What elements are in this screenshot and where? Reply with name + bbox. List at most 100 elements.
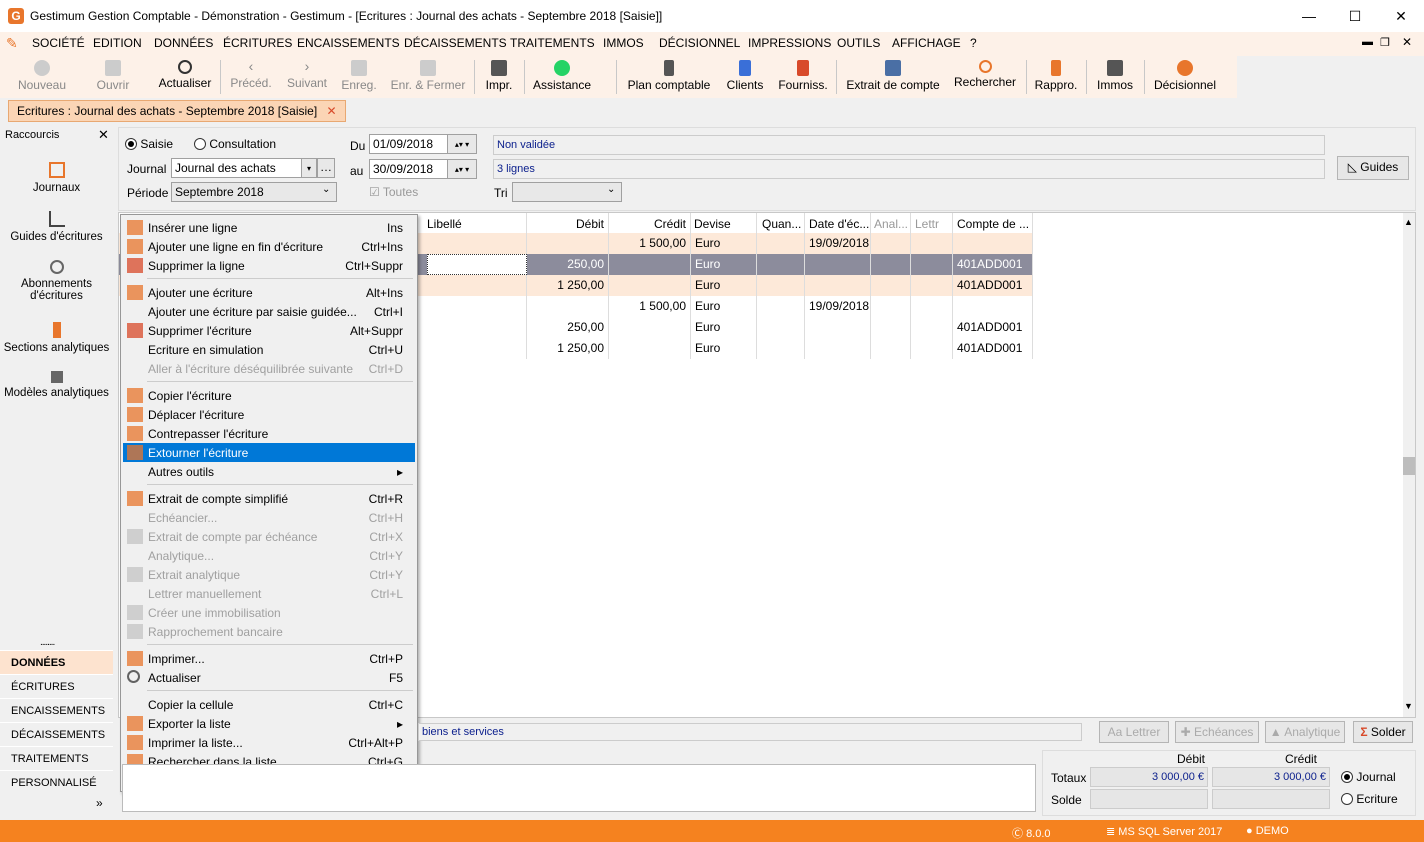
table-cell[interactable] xyxy=(911,338,953,359)
impr-button[interactable]: Impr. xyxy=(482,56,516,98)
table-cell[interactable]: Euro xyxy=(691,254,757,275)
context-menu-item[interactable]: Supprimer la ligne Ctrl+Suppr xyxy=(123,256,415,275)
table-cell[interactable] xyxy=(911,254,953,275)
context-menu-item[interactable]: Déplacer l'écriture xyxy=(123,405,415,424)
table-cell[interactable] xyxy=(527,233,609,254)
menu-impressions[interactable]: IMPRESSIONS xyxy=(748,36,831,50)
table-cell[interactable] xyxy=(871,233,911,254)
table-cell[interactable] xyxy=(609,317,691,338)
table-cell[interactable] xyxy=(953,233,1033,254)
notes-area[interactable] xyxy=(122,764,1036,812)
maximize-button[interactable]: ☐ xyxy=(1332,0,1378,32)
table-cell[interactable]: 1 500,00 xyxy=(609,296,691,317)
nav-decaissements[interactable]: DÉCAISSEMENTS xyxy=(0,722,113,746)
mdi-minimize-icon[interactable]: ▬ xyxy=(1362,36,1373,48)
context-menu-item[interactable]: Extrait de compte simplifié Ctrl+R xyxy=(123,489,415,508)
table-cell[interactable] xyxy=(805,254,871,275)
table-cell[interactable]: 19/09/2018 xyxy=(805,296,871,317)
col-libelle[interactable]: Libellé xyxy=(427,213,527,235)
consultation-radio[interactable]: Consultation xyxy=(194,137,276,151)
context-menu-item[interactable]: Extourner l'écriture xyxy=(123,443,415,462)
context-menu-item[interactable]: Extrait analytique Ctrl+Y xyxy=(123,565,415,584)
shortcut-sections[interactable]: Sections analytiques xyxy=(0,322,113,354)
table-cell[interactable]: 250,00 xyxy=(527,317,609,338)
echeances-button[interactable]: ✚ Echéances xyxy=(1175,721,1259,743)
context-menu-item[interactable]: Copier la cellule Ctrl+C xyxy=(123,695,415,714)
tab-close-icon[interactable]: ✕ xyxy=(327,104,337,118)
context-menu-item[interactable]: Echéancier... Ctrl+H xyxy=(123,508,415,527)
menu-encaissements[interactable]: ENCAISSEMENTS xyxy=(297,36,400,50)
table-cell[interactable] xyxy=(911,275,953,296)
table-cell[interactable]: Euro xyxy=(691,338,757,359)
table-cell[interactable] xyxy=(427,254,527,275)
table-cell[interactable]: 1 250,00 xyxy=(527,275,609,296)
table-cell[interactable] xyxy=(911,317,953,338)
ecriture-radio[interactable]: Ecriture xyxy=(1341,792,1398,806)
scroll-thumb[interactable] xyxy=(1403,457,1415,475)
suivant-button[interactable]: › Suivant xyxy=(286,56,328,98)
lettrer-button[interactable]: Aa Lettrer xyxy=(1099,721,1169,743)
col-date[interactable]: Date d'éc... xyxy=(805,213,871,235)
col-devise[interactable]: Devise xyxy=(691,213,757,235)
nav-traitements[interactable]: TRAITEMENTS xyxy=(0,746,113,770)
saisie-radio[interactable]: Saisie xyxy=(125,137,173,151)
fourniss-button[interactable]: Fourniss. xyxy=(778,56,828,98)
nav-ecritures[interactable]: ÉCRITURES xyxy=(0,674,113,698)
scroll-down-icon[interactable]: ▼ xyxy=(1404,701,1413,711)
table-cell[interactable] xyxy=(609,254,691,275)
menu-decisionnel[interactable]: DÉCISIONNEL xyxy=(659,36,740,50)
mdi-restore-icon[interactable]: ❐ xyxy=(1380,36,1390,49)
table-cell[interactable] xyxy=(757,296,805,317)
menu-immos[interactable]: IMMOS xyxy=(603,36,644,50)
context-menu-item[interactable]: Lettrer manuellement Ctrl+L xyxy=(123,584,415,603)
grid-scrollbar[interactable]: ▲ ▼ xyxy=(1403,213,1415,717)
actualiser-button[interactable]: Actualiser xyxy=(158,56,212,98)
col-quantite[interactable]: Quan... xyxy=(757,213,805,235)
table-cell[interactable] xyxy=(871,317,911,338)
table-cell[interactable] xyxy=(609,275,691,296)
assistance-button[interactable]: Assistance xyxy=(532,56,592,98)
minimize-button[interactable]: — xyxy=(1286,0,1332,32)
journal-dropdown-icon[interactable]: ▾ xyxy=(301,158,317,178)
context-menu-item[interactable]: Ajouter une ligne en fin d'écriture Ctrl+… xyxy=(123,237,415,256)
rechercher-button[interactable]: Rechercher xyxy=(954,56,1016,98)
extrait-button[interactable]: Extrait de compte xyxy=(846,56,940,98)
table-cell[interactable]: 1 250,00 xyxy=(527,338,609,359)
menu-affichage[interactable]: AFFICHAGE xyxy=(892,36,961,50)
shortcut-journaux[interactable]: Journaux xyxy=(0,162,113,194)
shortcut-guides[interactable]: Guides d'écritures xyxy=(0,211,113,243)
rappro-button[interactable]: Rappro. xyxy=(1034,56,1078,98)
table-cell[interactable]: Euro xyxy=(691,233,757,254)
menu-help[interactable]: ? xyxy=(970,36,977,50)
context-menu-item[interactable]: Copier l'écriture xyxy=(123,386,415,405)
menu-donnees[interactable]: DONNÉES xyxy=(154,36,213,50)
context-menu-item[interactable]: Imprimer... Ctrl+P xyxy=(123,649,415,668)
col-credit[interactable]: Crédit xyxy=(609,213,691,235)
tab-ecritures[interactable]: Ecritures : Journal des achats - Septemb… xyxy=(8,100,346,122)
context-menu-item[interactable]: Contrepasser l'écriture xyxy=(123,424,415,443)
table-cell[interactable] xyxy=(871,254,911,275)
scroll-up-icon[interactable]: ▲ xyxy=(1404,217,1413,227)
table-cell[interactable] xyxy=(427,275,527,296)
menu-edition[interactable]: EDITION xyxy=(93,36,142,50)
date-from-input[interactable]: 01/09/2018 xyxy=(369,134,459,154)
table-cell[interactable]: 250,00 xyxy=(527,254,609,275)
table-cell[interactable] xyxy=(871,338,911,359)
table-cell[interactable] xyxy=(871,296,911,317)
table-cell[interactable] xyxy=(757,275,805,296)
date-from-spinner[interactable]: ▴▾ ▾ xyxy=(447,134,477,154)
context-menu-item[interactable]: Extrait de compte par échéance Ctrl+X xyxy=(123,527,415,546)
table-cell[interactable]: 19/09/2018 xyxy=(805,233,871,254)
table-cell[interactable]: Euro xyxy=(691,296,757,317)
periode-select[interactable]: Septembre 2018 xyxy=(171,182,337,202)
context-menu-item[interactable]: Créer une immobilisation xyxy=(123,603,415,622)
journal-browse-button[interactable]: … xyxy=(317,158,335,178)
table-cell[interactable] xyxy=(427,317,527,338)
menu-ecritures[interactable]: ÉCRITURES xyxy=(223,36,292,50)
context-menu-item[interactable]: Analytique... Ctrl+Y xyxy=(123,546,415,565)
expand-chevron-icon[interactable]: » xyxy=(96,796,103,810)
table-cell[interactable] xyxy=(757,338,805,359)
toutes-checkbox[interactable]: ☑ Toutes xyxy=(369,185,418,199)
col-analytique[interactable]: Anal... xyxy=(871,213,911,235)
col-lettrage[interactable]: Lettr xyxy=(911,213,953,235)
